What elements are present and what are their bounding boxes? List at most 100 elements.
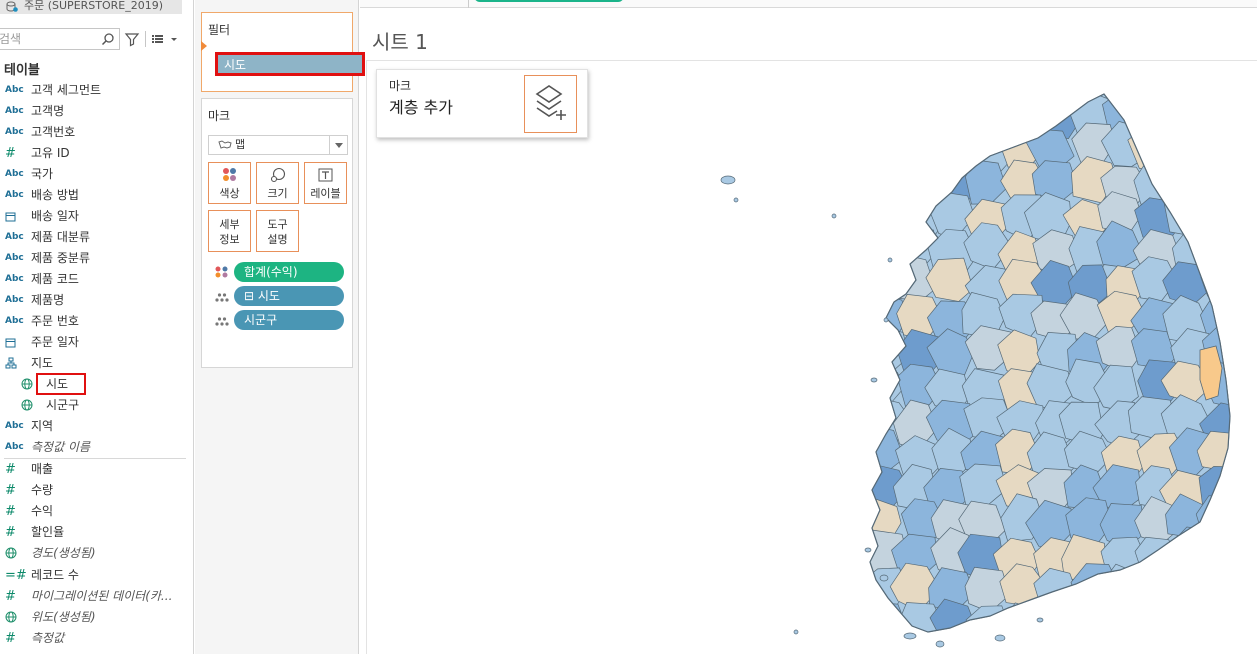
mark-type-dropdown[interactable]: 맵 [208,135,348,155]
sigungu-region[interactable] [826,563,878,613]
sigungu-region[interactable] [1202,600,1245,644]
sigungu-region[interactable] [821,361,865,405]
color-button[interactable]: 색상 [208,162,251,204]
sigungu-region[interactable] [1198,80,1245,111]
sigungu-region[interactable] [1167,119,1219,171]
sigungu-region[interactable] [827,80,873,104]
sigungu-region[interactable] [891,130,943,174]
island[interactable] [831,213,837,219]
sigungu-region[interactable] [825,532,872,578]
island[interactable] [887,257,893,263]
field-item[interactable]: 위도(생성됨) [0,607,190,628]
sigungu-region[interactable] [859,601,907,646]
sigungu-region[interactable] [1127,80,1174,104]
korea-choropleth-map[interactable] [700,80,1245,654]
field-item[interactable]: # 매출 [0,459,190,480]
island[interactable] [994,634,1006,642]
sigungu-region[interactable] [1098,602,1149,649]
shelf-pill-sido[interactable]: ⊟ 시도 [234,286,344,306]
search-input[interactable] [0,29,99,49]
sigungu-region[interactable] [1196,94,1245,137]
field-item[interactable]: 지도 [0,353,190,374]
island[interactable] [720,175,736,185]
columns-shelf-pill[interactable] [474,0,624,2]
sigungu-region[interactable] [891,162,942,210]
view-options-icon[interactable] [150,32,180,46]
island[interactable] [1036,617,1044,623]
field-item[interactable]: # 수익 [0,501,190,522]
field-item[interactable]: Abc 지역 [0,416,190,437]
sigungu-region[interactable] [1100,80,1147,97]
sigungu-region[interactable] [1159,80,1210,98]
detail-button[interactable]: 세부 정보 [208,210,251,252]
sigungu-region[interactable] [1203,196,1245,243]
sigungu-region[interactable] [830,323,876,373]
island[interactable] [903,632,917,640]
field-item[interactable]: Abc 고객 세그먼트 [0,80,190,101]
sigungu-region[interactable] [1031,608,1080,652]
field-item[interactable]: 시군구 [0,395,190,416]
field-item[interactable]: Abc 제품명 [0,290,190,311]
sigungu-region[interactable] [828,500,877,539]
sigungu-region[interactable] [1203,566,1246,612]
field-item[interactable]: Abc 주문 번호 [0,311,190,332]
sigungu-region[interactable] [1132,89,1179,135]
sigungu-region[interactable] [1163,602,1210,654]
sigungu-region[interactable] [1200,257,1245,303]
field-item[interactable]: # 마이그레이션된 데이터(카... [0,586,190,607]
chevron-down-icon[interactable] [329,136,347,154]
field-item[interactable]: Abc 배송 방법 [0,185,190,206]
sigungu-region[interactable] [1194,222,1245,271]
sigungu-region[interactable] [1062,606,1114,651]
sigungu-region[interactable] [1159,87,1211,139]
sigungu-region[interactable] [858,194,904,239]
filter-icon[interactable] [124,31,140,47]
sigungu-region[interactable] [967,80,1015,104]
island[interactable] [864,547,872,553]
sigungu-region[interactable] [828,432,875,484]
shelf-pill-sigungu[interactable]: 시군구 [234,310,344,330]
field-item[interactable]: =# 레코드 수 [0,565,190,586]
sigungu-region[interactable] [860,122,907,172]
sigungu-region[interactable] [1025,80,1073,103]
field-item[interactable]: Abc 측정값 이름 [0,437,190,458]
add-hierarchy-button[interactable] [524,75,577,133]
sigungu-region[interactable] [825,600,874,651]
field-item[interactable]: Abc 제품 코드 [0,269,190,290]
sigungu-region[interactable] [826,85,873,133]
sigungu-region[interactable] [825,155,871,200]
island[interactable] [870,377,878,383]
field-item[interactable]: 주문 일자 [0,332,190,353]
field-item[interactable]: Abc 고객명 [0,101,190,122]
tooltip-button[interactable]: 도구 설명 [256,210,299,252]
island[interactable] [793,629,799,635]
field-item[interactable]: # 고유 ID [0,143,190,164]
field-item[interactable]: Abc 제품 대분류 [0,227,190,248]
shelf-pill-profit-sum[interactable]: 합계(수익) [234,262,344,282]
sigungu-region[interactable] [1163,162,1209,209]
sigungu-region[interactable] [859,161,911,206]
sigungu-region[interactable] [823,292,871,341]
sigungu-region[interactable] [861,227,911,274]
sigungu-region[interactable] [1134,536,1181,581]
field-item[interactable]: Abc 국가 [0,164,190,185]
sigungu-region[interactable] [824,193,872,238]
size-button[interactable]: 크기 [256,162,299,204]
sigungu-region[interactable] [861,80,907,105]
sigungu-region[interactable] [862,95,915,136]
sigungu-region[interactable] [931,80,981,105]
sigungu-region[interactable] [1003,94,1047,138]
island[interactable] [883,317,889,323]
datasource-row[interactable]: 주문 (SUPERSTORE_2019) [0,0,182,14]
island[interactable] [935,640,945,648]
sigungu-region[interactable] [998,602,1043,654]
sigungu-region[interactable] [891,92,943,140]
island[interactable] [879,574,889,582]
sigungu-region[interactable] [1204,132,1246,176]
sigungu-region[interactable] [824,125,870,171]
sigungu-region[interactable] [1204,152,1245,200]
sigungu-region[interactable] [958,94,1004,139]
sigungu-region[interactable] [1164,185,1213,237]
field-item[interactable]: 시도 [0,374,190,395]
field-item[interactable]: # 수량 [0,480,190,501]
